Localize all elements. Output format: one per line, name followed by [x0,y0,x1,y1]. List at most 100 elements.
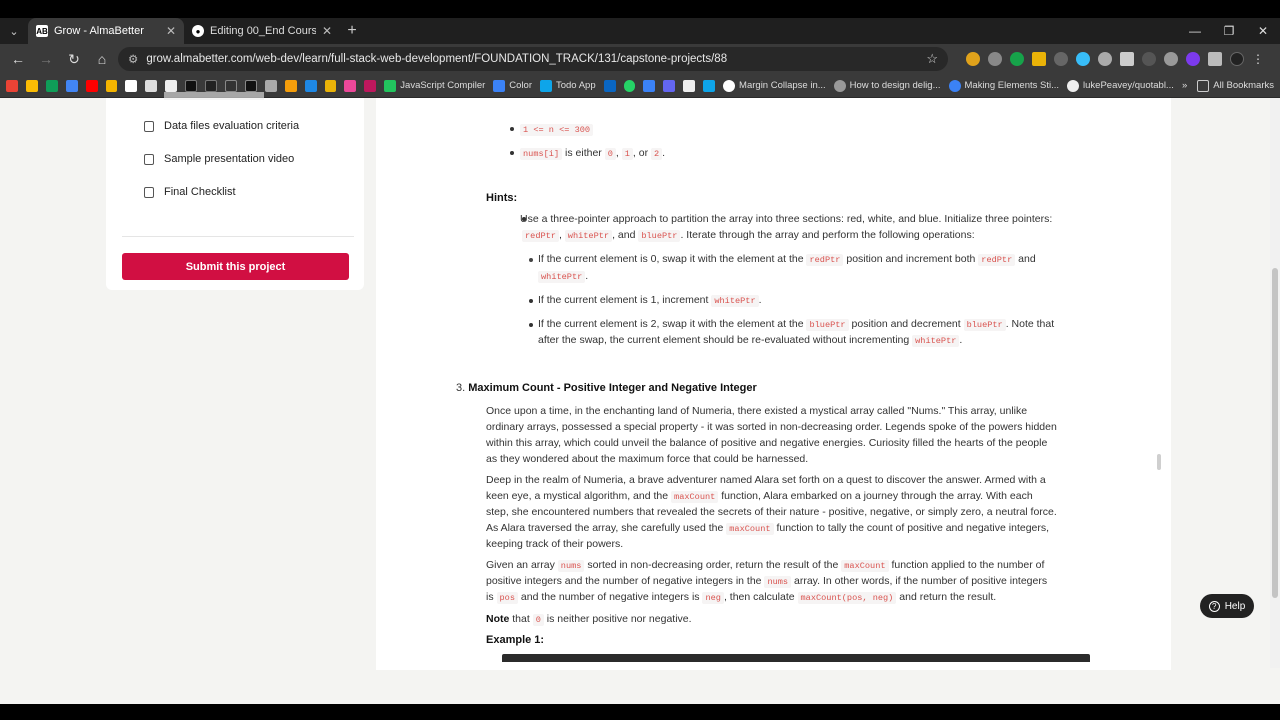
extension-icon[interactable] [1142,52,1156,66]
sidebar-item-data-files[interactable]: Data files evaluation criteria [144,120,299,132]
hint-sub-two-cont: after the swap, the current element shou… [538,334,963,347]
bookmark-icon[interactable] [364,79,377,92]
story-paragraph-1-line-4: as they wondered about the maximum force… [486,453,809,465]
new-tab-plus-icon[interactable]: + [340,18,364,44]
sheets-bookmark-icon[interactable] [45,79,58,92]
tab-grow-almabetter[interactable]: AB Grow - AlmaBetter ✕ [28,18,184,44]
tab-title: Grow - AlmaBetter [54,25,144,37]
story-paragraph-2-line-4: As Alara traversed the array, she carefu… [486,522,1050,535]
story-paragraph-2-line-5: keeping track of their powers. [486,538,624,550]
bookmark-how-to-design[interactable]: How to design delig... [833,79,941,92]
home-icon[interactable]: ⌂ [90,47,114,71]
sidebar-item-final-checklist[interactable]: Final Checklist [144,186,236,198]
document-icon [144,120,154,132]
window-controls: — ❐ ✕ [1178,18,1280,44]
bookmark-color[interactable]: Color [493,79,532,92]
grammarly-icon[interactable] [1010,52,1024,66]
hints-heading: Hints: [486,192,518,204]
bookmark-icon[interactable] [105,79,118,92]
bookmark-icon[interactable] [205,79,217,92]
dev-bookmark-icon[interactable] [225,79,237,92]
story-paragraph-1-line-2: ordinary arrays, possessed a special pro… [486,421,1057,433]
project-content: 1 <= n <= 300 nums[i] is either 0, 1, or… [376,98,1171,670]
bookmark-star-icon[interactable]: ☆ [926,51,938,67]
github-favicon-icon: ● [192,25,204,37]
bookmark-making-elements[interactable]: Making Elements Sti... [948,79,1059,92]
extension-icon[interactable] [1186,52,1200,66]
divider [122,236,354,237]
bookmark-icon[interactable] [683,79,696,92]
gmail-bookmark-icon[interactable] [6,79,18,92]
medium-bookmark-icon [723,79,736,92]
hint-main-pointers: redPtr, whitePtr, and bluePtr. Iterate t… [522,227,975,244]
bookmark-icon[interactable] [304,79,317,92]
profile-avatar[interactable] [1230,52,1244,66]
project-sidebar: Data files evaluation criteria Sample pr… [106,92,364,290]
menu-kebab-icon[interactable]: ⋮ [1252,52,1264,66]
bullet [529,323,533,327]
notion-bookmark-icon[interactable] [125,79,138,92]
reload-icon[interactable]: ↻ [62,47,86,71]
page-scrollbar[interactable] [1270,98,1280,668]
youtube-bookmark-icon[interactable] [85,79,98,92]
bullet [510,151,514,155]
x-bookmark-icon[interactable] [244,79,257,92]
submit-project-button[interactable]: Submit this project [122,253,349,280]
bookmark-icon[interactable] [643,79,656,92]
github-bookmark-icon[interactable] [145,79,158,92]
extensions-row: ⋮ [966,52,1264,66]
help-button[interactable]: ? Help [1200,594,1254,618]
bookmark-javascript-compiler[interactable]: JavaScript Compiler [384,79,485,92]
page-viewport: Data files evaluation criteria Sample pr… [0,92,1280,670]
extension-icon[interactable] [1164,52,1178,66]
url-omnibox[interactable]: ⚙ grow.almabetter.com/web-dev/learn/full… [118,47,948,71]
chatgpt-bookmark-icon[interactable] [165,79,178,92]
drive-bookmark-icon[interactable] [25,79,38,92]
extension-icon[interactable] [1032,52,1046,66]
linkedin-bookmark-icon[interactable] [603,79,616,92]
extensions-puzzle-icon[interactable] [1208,52,1222,66]
question-icon: ? [1208,600,1220,612]
folder-icon [1197,79,1210,92]
bookmark-margin-collapse[interactable]: Margin Collapse in... [723,79,826,92]
whatsapp-bookmark-icon[interactable] [623,79,636,92]
tab-title: Editing 00_End Course Capston [210,25,316,37]
bullet [529,258,533,262]
close-tab-icon[interactable]: ✕ [166,24,176,38]
bookmark-icon[interactable] [264,79,277,92]
chevron-double-right-icon[interactable]: » [1182,80,1187,91]
bookmark-quotable[interactable]: lukePeavey/quotabl... [1067,79,1174,92]
bookmark-icon[interactable] [284,79,297,92]
bookmark-icon[interactable] [344,79,357,92]
minimize-icon[interactable]: — [1178,18,1212,44]
tab-search-chevron-icon[interactable]: ⌄ [0,18,28,44]
extension-icon[interactable] [1098,52,1112,66]
extension-icon[interactable] [988,52,1002,66]
react-devtools-icon[interactable] [1076,52,1090,66]
eyedropper-icon[interactable] [1120,52,1134,66]
restore-icon[interactable]: ❐ [1212,18,1246,44]
site-info-icon[interactable]: ⚙ [128,52,138,66]
bookmark-icon[interactable] [324,79,337,92]
extension-icon[interactable] [966,52,980,66]
docs-bookmark-icon[interactable] [65,79,78,92]
bookmark-icon [384,79,397,92]
close-tab-icon[interactable]: ✕ [322,24,332,38]
extension-icon[interactable] [1054,52,1068,66]
story-paragraph-2-line-2: keen eye, a mystical algorithm, and the … [486,490,1033,503]
back-arrow-icon[interactable]: ← [6,47,30,71]
bookmark-icon[interactable] [663,79,676,92]
forward-arrow-icon[interactable]: → [34,47,58,71]
page-scrollbar-thumb[interactable] [1272,268,1278,598]
bookmark-icon[interactable] [703,79,716,92]
code-block-top [502,654,1090,662]
close-window-icon[interactable]: ✕ [1246,18,1280,44]
all-bookmarks-button[interactable]: All Bookmarks [1197,79,1274,92]
bookmark-icon[interactable] [185,79,198,92]
content-scrollbar-thumb[interactable] [1157,454,1161,470]
tab-editing-capstone[interactable]: ● Editing 00_End Course Capston ✕ [184,18,340,44]
constraint-nums: nums[i] is either 0, 1, or 2. [520,145,665,162]
bookmark-todo-app[interactable]: Todo App [539,79,596,92]
sidebar-item-sample-video[interactable]: Sample presentation video [144,153,294,165]
story-paragraph-2-line-1: Deep in the realm of Numeria, a brave ad… [486,474,1046,486]
